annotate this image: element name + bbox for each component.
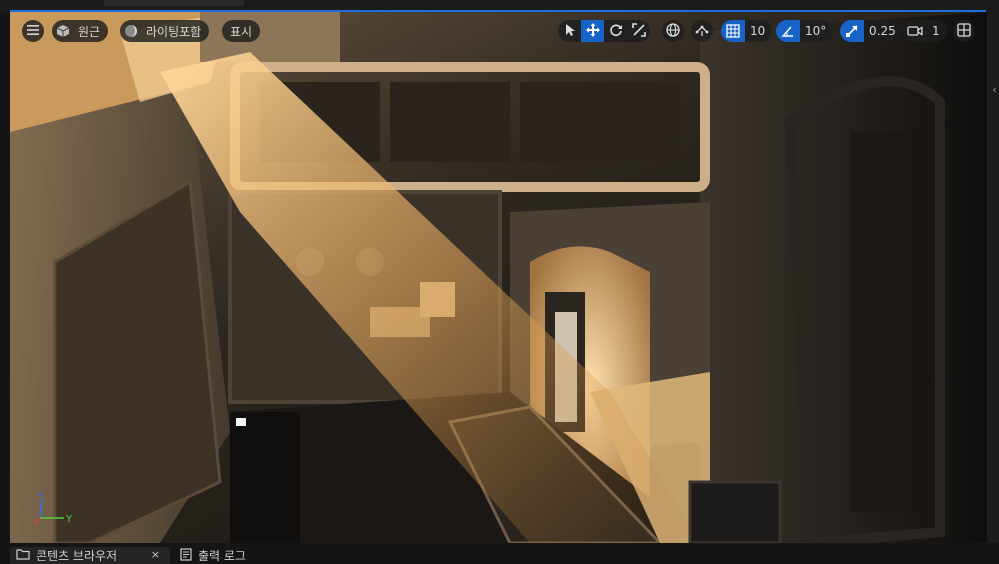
translate-tool-button[interactable]: [581, 20, 604, 42]
axis-gizmo: Z Y: [30, 489, 90, 532]
cursor-arrow-icon: [564, 22, 576, 41]
show-button[interactable]: 표시: [222, 20, 261, 42]
chevron-left-icon[interactable]: ‹: [989, 80, 999, 100]
camera-speed-control[interactable]: 1: [903, 20, 947, 42]
move-arrows-icon: [585, 22, 600, 41]
tab-stub: [104, 0, 244, 6]
scale-icon: [631, 22, 646, 41]
rotation-snap-control[interactable]: 10°: [776, 20, 834, 42]
transform-tools: [558, 20, 650, 42]
scale-snap-value: 0.25: [869, 24, 896, 38]
camera-speed-value: 1: [932, 24, 940, 38]
lit-sphere-icon: [120, 20, 142, 42]
camera-icon: [903, 20, 927, 42]
tab-content-browser[interactable]: 콘텐츠 브라우저 ×: [10, 547, 170, 564]
view-mode-button[interactable]: 라이팅포함: [120, 20, 210, 42]
scale-tool-button[interactable]: [627, 20, 650, 42]
rotate-tool-button[interactable]: [604, 20, 627, 42]
world-local-toggle[interactable]: [662, 20, 684, 42]
tab-output-log[interactable]: 출력 로그: [176, 547, 286, 564]
grid-snap-control[interactable]: 10: [721, 20, 773, 42]
level-viewport[interactable]: 원근 라이팅포함 표시 10 10° 0.25 1 Z Y: [10, 12, 986, 543]
editor-window: 원근 라이팅포함 표시 10 10° 0.25 1 Z Y ‹ 콘텐츠 브라우저…: [0, 0, 999, 564]
details-panel-edge: ‹: [986, 12, 999, 543]
angle-icon: [776, 20, 800, 42]
top-strip: [0, 0, 999, 12]
surface-snap-button[interactable]: [691, 20, 713, 42]
tab-output-log-label: 출력 로그: [198, 549, 246, 563]
globe-icon: [666, 22, 680, 40]
axis-label-z: Z: [38, 492, 44, 499]
log-icon: [180, 547, 192, 564]
perspective-label: 원근: [78, 24, 101, 39]
scale-snap-control[interactable]: 0.25: [840, 20, 903, 42]
rotation-snap-value: 10°: [805, 24, 827, 38]
perspective-button[interactable]: 원근: [52, 20, 109, 42]
cube-icon: [52, 20, 74, 42]
close-icon[interactable]: ×: [151, 548, 160, 561]
view-mode-label: 라이팅포함: [146, 24, 202, 39]
viewport-options-button[interactable]: [22, 20, 44, 42]
select-tool-button[interactable]: [558, 20, 581, 42]
axis-label-y: Y: [65, 514, 73, 525]
grid-snap-value: 10: [750, 24, 766, 38]
show-label: 표시: [230, 24, 253, 39]
viewport-layout-icon: [957, 22, 971, 40]
viewport-layout-button[interactable]: [953, 20, 975, 42]
hamburger-icon: [27, 24, 39, 38]
tab-content-browser-label: 콘텐츠 브라우저: [36, 549, 118, 563]
grid-icon: [721, 20, 745, 42]
folder-icon: [16, 548, 30, 563]
bottom-tab-bar: 콘텐츠 브라우저 × 출력 로그: [0, 543, 999, 564]
scale-snap-icon: [840, 20, 864, 42]
surface-snap-icon: [695, 23, 709, 40]
scene-render: [10, 12, 986, 543]
rotate-icon: [609, 22, 623, 41]
